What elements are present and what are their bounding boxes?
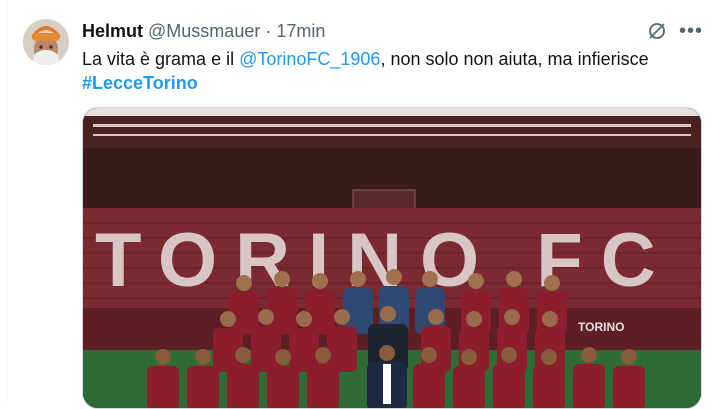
- tweet-text-after: , non solo non aiuta, ma infierisce: [380, 49, 649, 69]
- tweet-text-line-1: La vita è grama e il @TorinoFC_1906, non…: [82, 47, 649, 71]
- mention-link[interactable]: @TorinoFC_1906: [239, 49, 380, 69]
- display-name[interactable]: Helmut: [82, 21, 143, 41]
- tweet-text: La vita è grama e il @TorinoFC_1906, non…: [82, 47, 649, 95]
- tweet-text-line-2: #LecceTorino: [82, 71, 649, 95]
- avatar-image: [23, 19, 69, 65]
- tweet-header: Helmut @Mussmauer · 17min: [82, 21, 325, 42]
- avatar[interactable]: [23, 19, 69, 65]
- timestamp[interactable]: 17min: [276, 21, 325, 41]
- team-photo: TORINO FC TORINO: [83, 108, 701, 408]
- hashtag-link[interactable]: #LecceTorino: [82, 73, 198, 93]
- banner-text: TORINO: [578, 320, 624, 334]
- tweet-text-before: La vita è grama e il: [82, 49, 240, 69]
- handle[interactable]: @Mussmauer: [148, 21, 260, 41]
- grok-icon[interactable]: [646, 20, 668, 42]
- tweet-media[interactable]: TORINO FC TORINO: [82, 107, 702, 409]
- more-icon[interactable]: •••: [679, 20, 702, 42]
- separator: ·: [265, 21, 272, 41]
